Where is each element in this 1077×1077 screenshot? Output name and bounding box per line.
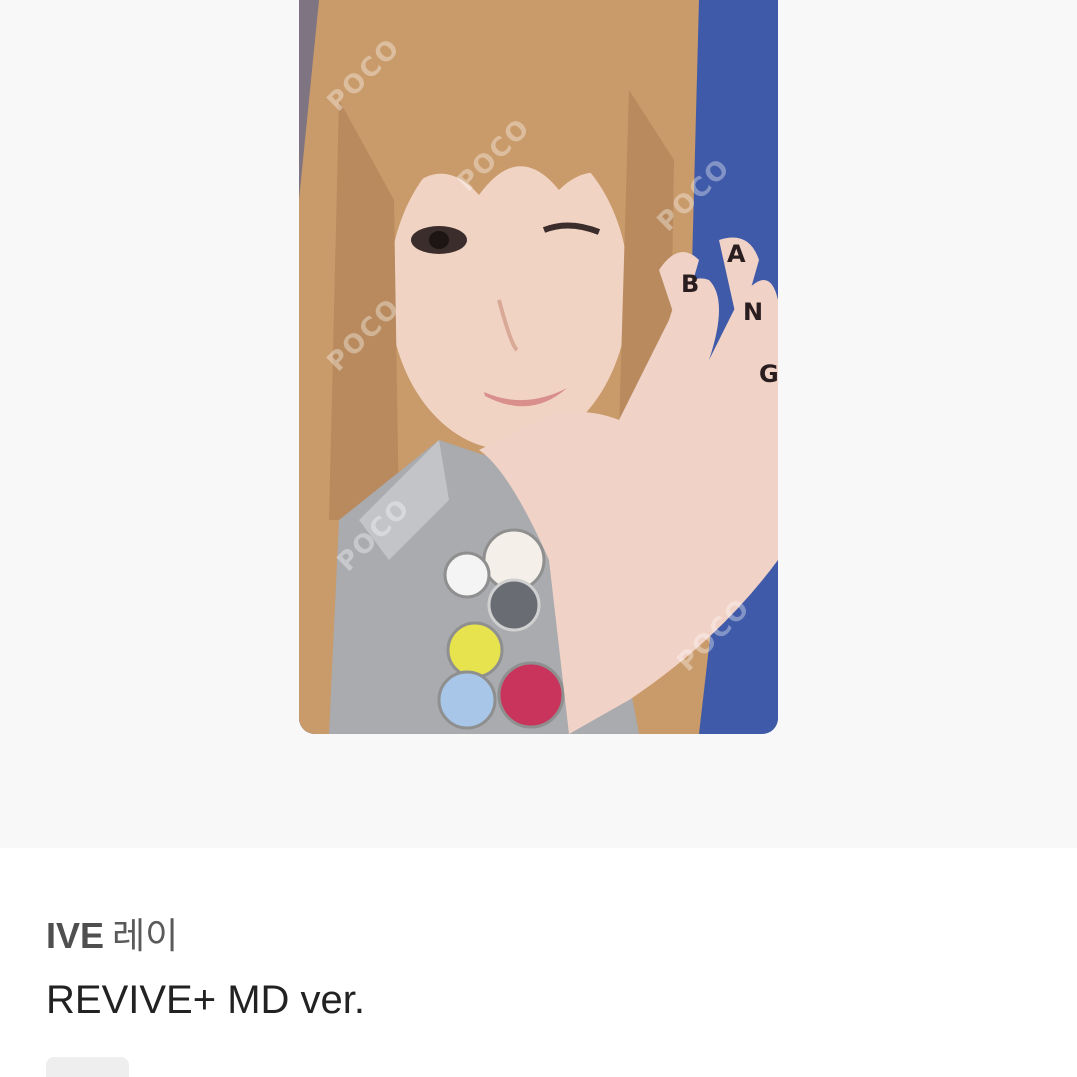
nail-letter-g: G	[759, 360, 778, 388]
artist-line: IVE 레이	[46, 914, 178, 958]
artist-group: IVE	[46, 915, 105, 956]
product-image-stage[interactable]: B A N G POCO POCO POCO POCO POCO POCO	[0, 0, 1077, 848]
product-detail-page: B A N G POCO POCO POCO POCO POCO POCO IV…	[0, 0, 1077, 1077]
nail-letter-b: B	[681, 270, 699, 298]
nail-letter-a: A	[727, 240, 746, 268]
nail-letter-n: N	[743, 298, 763, 326]
artist-member: 레이	[112, 915, 179, 956]
product-info-section	[0, 848, 1077, 1077]
photocard-image[interactable]: B A N G POCO POCO POCO POCO POCO POCO	[299, 0, 778, 734]
product-title: REVIVE+ MD ver.	[46, 978, 365, 1022]
photocard-illustration: B A N G	[299, 0, 778, 734]
tag-chip[interactable]	[46, 1057, 129, 1077]
